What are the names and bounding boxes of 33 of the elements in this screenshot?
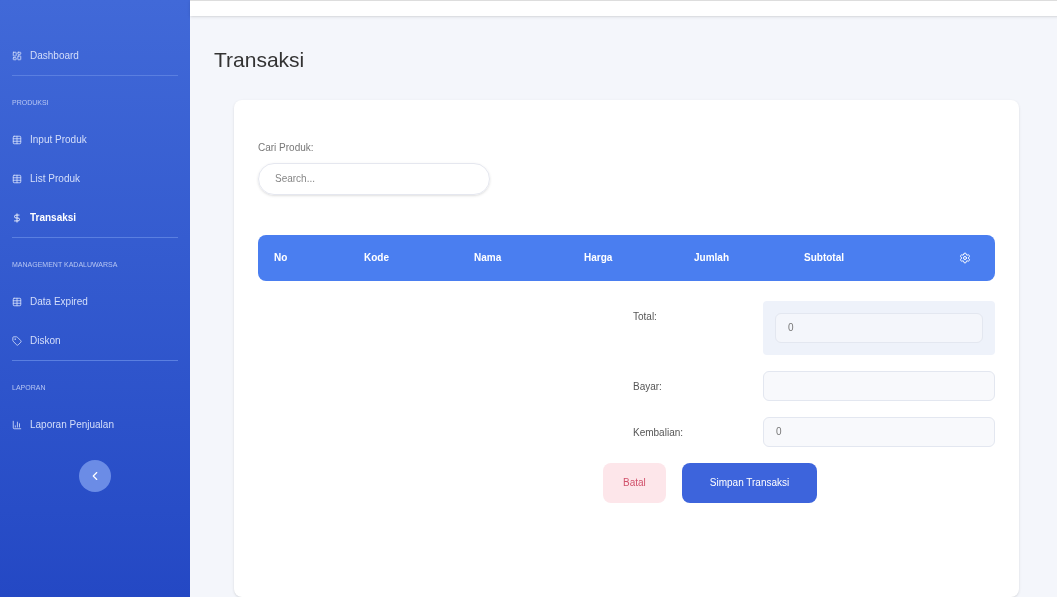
menu-icon — [12, 296, 22, 307]
summary-label: Kembalian: — [633, 425, 685, 440]
menu-icon — [12, 335, 22, 346]
search-label: Cari Produk: — [258, 140, 315, 155]
search-field[interactable]: Search... — [258, 162, 490, 195]
cancel-button[interactable]: Batal — [603, 462, 666, 503]
column-header: Jumlah — [693, 251, 730, 265]
amount-field[interactable] — [763, 370, 995, 401]
page-title: Transaksi — [213, 47, 306, 73]
column-header: Harga — [583, 251, 614, 265]
amount-field[interactable]: 0 — [763, 416, 995, 447]
menu-icon — [12, 212, 22, 223]
column-header: Subtotal — [803, 251, 845, 265]
column-header: Nama — [473, 251, 503, 265]
menu-icon — [12, 134, 22, 145]
sidebar-item[interactable]: Transaksi — [12, 198, 178, 237]
sidebar-item[interactable]: Input Produk — [12, 120, 178, 159]
sidebar-item[interactable]: Diskon — [12, 321, 178, 360]
settings-icon[interactable] — [959, 251, 971, 264]
save-button[interactable]: Simpan Transaksi — [681, 462, 818, 503]
menu-icon — [12, 419, 22, 430]
column-header: No — [273, 251, 289, 265]
collapse-button[interactable] — [79, 460, 111, 492]
amount-field[interactable]: 0 — [775, 312, 983, 343]
summary-label: Total: — [633, 309, 658, 324]
summary-label: Bayar: — [633, 379, 663, 394]
column-header: Kode — [363, 251, 390, 265]
sidebar-item[interactable]: List Produk — [12, 159, 178, 198]
sidebar-item[interactable]: Data Expired — [12, 282, 178, 321]
menu-icon — [12, 173, 22, 184]
sidebar-item[interactable]: Laporan Penjualan — [12, 405, 178, 444]
menu-icon — [12, 50, 22, 61]
sidebar-item[interactable]: Dashboard — [12, 36, 178, 75]
